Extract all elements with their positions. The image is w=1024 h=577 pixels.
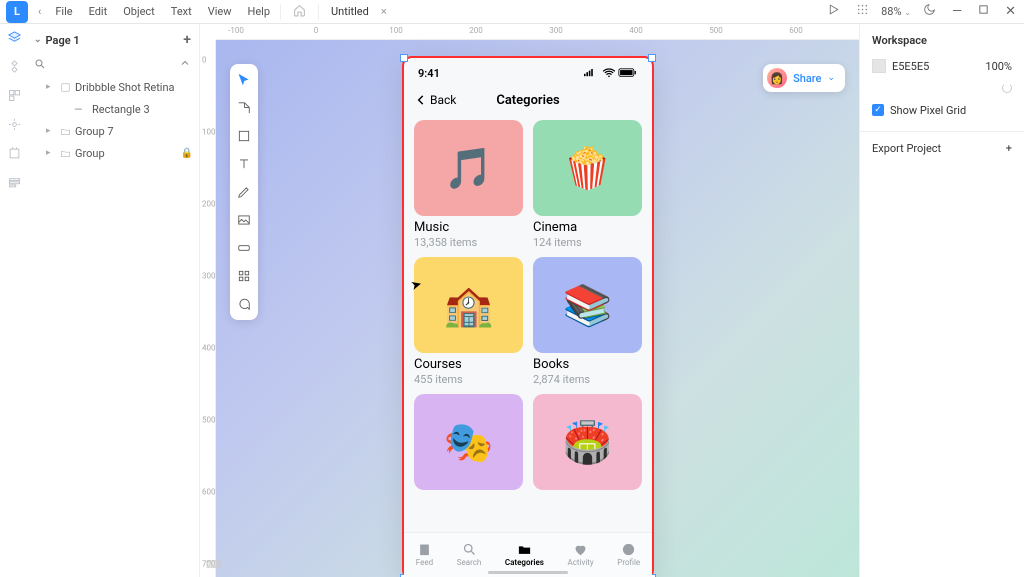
- tab-feed[interactable]: Feed: [416, 542, 433, 567]
- card-grid: 🎵Music13,358 items🍿Cinema124 items🏫Cours…: [404, 114, 652, 490]
- menu-view[interactable]: View: [200, 5, 240, 18]
- component-tool-icon[interactable]: [234, 266, 254, 286]
- minimize-icon[interactable]: —: [944, 4, 970, 19]
- close-tab-icon[interactable]: ×: [379, 5, 389, 18]
- frame-tool-icon[interactable]: [234, 98, 254, 118]
- pixel-grid-row[interactable]: ✓ Show Pixel Grid: [872, 99, 1012, 121]
- layer-row[interactable]: —Rectangle 3: [28, 98, 199, 120]
- layer-row[interactable]: ▸Dribbble Shot Retina: [28, 76, 199, 98]
- tab-profile[interactable]: Profile: [617, 542, 640, 567]
- export-label: Export Project: [872, 142, 941, 155]
- button-tool-icon[interactable]: [234, 238, 254, 258]
- pixel-grid-label: Show Pixel Grid: [890, 104, 966, 117]
- close-window-icon[interactable]: ✕: [997, 4, 1024, 19]
- menu-text[interactable]: Text: [163, 5, 200, 18]
- ruler-horizontal: -1000100200300400500600700: [216, 24, 859, 40]
- left-rail: [0, 24, 28, 577]
- share-label: Share: [793, 72, 821, 85]
- search-collapse-icon[interactable]: [179, 57, 191, 72]
- history-tab-icon[interactable]: [7, 175, 22, 194]
- selection-handle[interactable]: [648, 54, 656, 62]
- export-row[interactable]: Export Project +: [872, 142, 1012, 155]
- canvas[interactable]: 👩 Share ⌄ 9:41: [216, 40, 859, 577]
- grid-icon[interactable]: [848, 3, 877, 20]
- layer-search[interactable]: [28, 52, 199, 76]
- rect-tool-icon[interactable]: [234, 126, 254, 146]
- assets-tab-icon[interactable]: [7, 88, 22, 107]
- right-sidebar: Workspace E5E5E5 100% ✓ Show Pixel Grid …: [859, 24, 1024, 577]
- lock-icon: 🔒: [181, 148, 193, 159]
- menu-object[interactable]: Object: [115, 5, 163, 18]
- moon-icon[interactable]: [915, 3, 944, 20]
- divider: [280, 4, 281, 20]
- image-tool-icon[interactable]: [234, 210, 254, 230]
- workspace-header: Workspace: [872, 34, 1012, 47]
- divider: [318, 4, 319, 20]
- maximize-icon[interactable]: [970, 4, 997, 19]
- pen-tool-icon[interactable]: [234, 182, 254, 202]
- category-card[interactable]: 🎵Music13,358 items: [414, 120, 523, 249]
- back-button[interactable]: Back: [414, 93, 456, 107]
- play-icon[interactable]: [819, 3, 848, 20]
- category-card[interactable]: 🎭: [414, 394, 523, 490]
- category-card[interactable]: 🏫Courses455 items: [414, 257, 523, 386]
- add-export-icon[interactable]: +: [1006, 142, 1012, 155]
- canvas-area: -1000100200300400500600700 0100200300400…: [200, 24, 859, 577]
- chevron-down-icon: ⌄: [827, 73, 835, 83]
- layer-tree: ▸Dribbble Shot Retina—Rectangle 3▸Group …: [28, 76, 199, 164]
- layers-panel: ⌄ Page 1 + ▸Dribbble Shot Retina—Rectang…: [28, 24, 199, 577]
- app-icon[interactable]: L: [6, 1, 28, 23]
- bg-swatch[interactable]: [872, 59, 886, 73]
- layers-tab-icon[interactable]: [7, 30, 22, 49]
- left-sidebar: ⌄ Page 1 + ▸Dribbble Shot Retina—Rectang…: [0, 24, 200, 577]
- category-card[interactable]: 📚Books2,874 items: [533, 257, 642, 386]
- components-tab-icon[interactable]: [7, 59, 22, 78]
- avatar: 👩: [767, 68, 787, 88]
- bg-hex[interactable]: E5E5E5: [892, 60, 929, 73]
- tab-search[interactable]: Search: [457, 542, 482, 567]
- pixel-grid-checkbox[interactable]: ✓: [872, 104, 884, 116]
- text-tool-icon[interactable]: [234, 154, 254, 174]
- doc-title[interactable]: Untitled: [321, 5, 379, 18]
- menubar: L ‹ File Edit Object Text View Help Unti…: [0, 0, 1024, 24]
- bg-opacity[interactable]: 100%: [985, 60, 1012, 73]
- zoom-level[interactable]: 88% ⌄: [877, 5, 915, 18]
- plugins-tab-icon[interactable]: [7, 146, 22, 165]
- page-header[interactable]: ⌄ Page 1 +: [28, 28, 199, 52]
- menu-edit[interactable]: Edit: [81, 5, 116, 18]
- back-chevron[interactable]: ‹: [32, 5, 47, 18]
- home-indicator: [488, 571, 568, 574]
- styles-tab-icon[interactable]: [7, 117, 22, 136]
- share-pill[interactable]: 👩 Share ⌄: [763, 64, 845, 92]
- layer-row[interactable]: ▸Group 7: [28, 120, 199, 142]
- artboard[interactable]: 9:41 Back Categories 🎵Music13,358 items🍿…: [404, 58, 652, 577]
- move-tool-icon[interactable]: [234, 70, 254, 90]
- tab-activity[interactable]: Activity: [567, 542, 593, 567]
- menu-file[interactable]: File: [47, 5, 80, 18]
- home-icon[interactable]: [283, 4, 316, 20]
- category-card[interactable]: 🏟️: [533, 394, 642, 490]
- nav-row: Back Categories: [404, 86, 652, 114]
- status-bar: 9:41: [404, 58, 652, 86]
- layer-row[interactable]: ▸Group🔒: [28, 142, 199, 164]
- category-card[interactable]: 🍿Cinema124 items: [533, 120, 642, 249]
- add-page-icon[interactable]: +: [183, 32, 191, 48]
- canvas-bg-row[interactable]: E5E5E5 100%: [872, 55, 1012, 77]
- status-time: 9:41: [418, 67, 440, 80]
- refresh-icon[interactable]: [1002, 83, 1012, 93]
- comment-tool-icon[interactable]: [234, 294, 254, 314]
- page-name: Page 1: [46, 34, 80, 47]
- tool-palette: [230, 64, 258, 320]
- menu-help[interactable]: Help: [240, 5, 279, 18]
- tab-categories[interactable]: Categories: [505, 542, 544, 567]
- ruler-vertical: 0100200300400500600700: [200, 40, 216, 577]
- status-icons: [584, 68, 638, 78]
- keyboard-indicator-icon: ⌨: [206, 558, 222, 571]
- selection-handle[interactable]: [400, 54, 408, 62]
